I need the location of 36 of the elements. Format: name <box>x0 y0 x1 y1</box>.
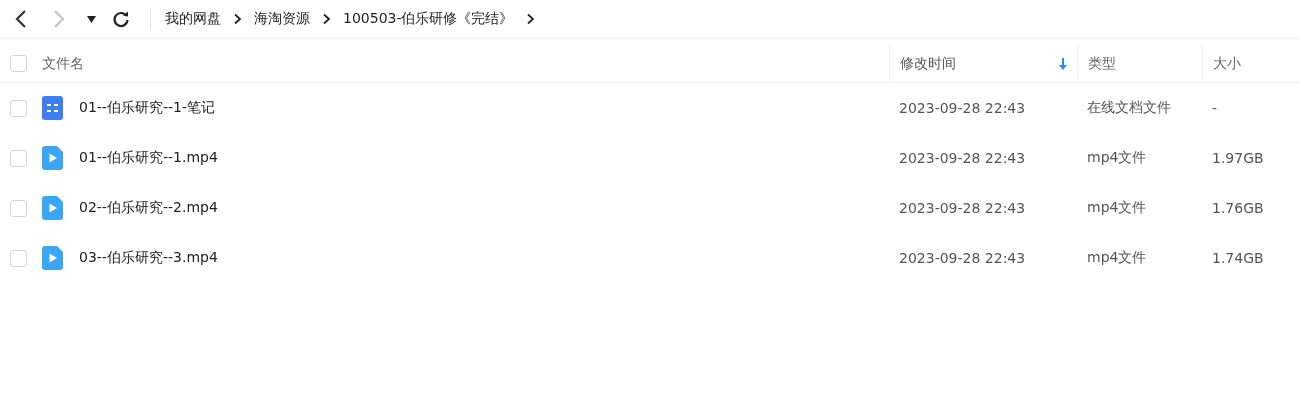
select-all-checkbox[interactable] <box>10 55 27 72</box>
chevron-icon <box>525 13 535 25</box>
file-name[interactable]: 01--伯乐研究--1-笔记 <box>79 99 215 117</box>
file-type: 在线文档文件 <box>1087 99 1171 117</box>
chevron-left-icon <box>14 9 28 29</box>
modified-time: 2023-09-28 22:43 <box>899 200 1026 216</box>
file-name[interactable]: 03--伯乐研究--3.mp4 <box>79 249 218 267</box>
row-checkbox[interactable] <box>10 149 27 167</box>
file-name[interactable]: 02--伯乐研究--2.mp4 <box>79 199 218 217</box>
file-type: mp4文件 <box>1087 149 1147 167</box>
file-type: mp4文件 <box>1087 249 1147 267</box>
column-header[interactable]: 大小 <box>1202 45 1300 82</box>
row-checkbox[interactable] <box>10 199 27 217</box>
breadcrumb-link[interactable]: 海淘资源 <box>254 10 310 28</box>
modified-time: 2023-09-28 22:43 <box>899 150 1026 166</box>
file-size: 1.74GB <box>1212 250 1264 266</box>
chevron-icon <box>233 13 242 25</box>
file-type: mp4文件 <box>1087 199 1147 217</box>
chevron-icon <box>322 13 331 25</box>
refresh-icon <box>112 10 130 28</box>
row-checkbox[interactable] <box>10 249 27 267</box>
modified-time: 2023-09-28 22:43 <box>899 250 1026 266</box>
column-header[interactable]: 文件名 <box>37 45 889 82</box>
file-size: 1.76GB <box>1212 200 1264 216</box>
caret-down-icon <box>86 15 96 23</box>
column-header[interactable]: 类型 <box>1077 45 1202 82</box>
modified-time: 2023-09-28 22:43 <box>899 100 1026 116</box>
breadcrumb-link[interactable]: 100503-伯乐研修《完结》 <box>343 10 514 28</box>
sort-descending-icon <box>1059 57 1067 70</box>
file-size: - <box>1212 100 1218 116</box>
file-size: 1.97GB <box>1212 150 1264 166</box>
breadcrumb-link[interactable]: 我的网盘 <box>165 10 221 28</box>
row-checkbox[interactable] <box>10 99 27 117</box>
chevron-right-icon <box>52 9 66 29</box>
column-header[interactable]: 修改时间 <box>889 45 1077 82</box>
file-name[interactable]: 01--伯乐研究--1.mp4 <box>79 149 218 167</box>
